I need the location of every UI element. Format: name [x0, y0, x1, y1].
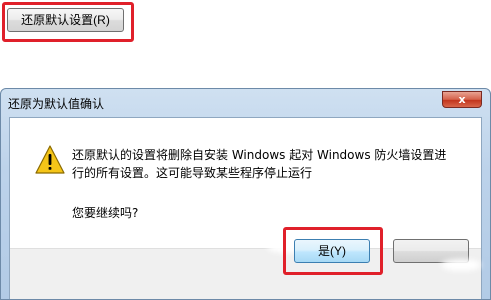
dialog-title: 还原为默认值确认 [8, 97, 105, 111]
warning-icon [35, 145, 65, 174]
yes-button[interactable]: 是(Y) [294, 239, 370, 263]
dialog-question: 您要继续吗? [72, 206, 139, 220]
dialog-titlebar: 还原为默认值确认 x [1, 89, 490, 117]
close-button[interactable]: x [442, 91, 482, 108]
close-icon: x [458, 93, 466, 106]
dialog-content: 还原默认的设置将删除自安装 Windows 起对 Windows 防火墙设置进 … [9, 117, 482, 299]
dialog-message-line2: 行的所有设置。这可能导致某些程序停止运行 [72, 166, 313, 180]
dialog-message: 还原默认的设置将删除自安装 Windows 起对 Windows 防火墙设置进 … [72, 146, 452, 182]
obscured-area [441, 259, 481, 271]
dialog-message-line1: 还原默认的设置将删除自安装 Windows 起对 Windows 防火墙设置进 [72, 148, 447, 162]
restore-defaults-button[interactable]: 还原默认设置(R) [7, 8, 124, 32]
confirm-dialog: 还原为默认值确认 x 还原默认的设置将删除自安装 Windows 起对 Wind… [0, 88, 491, 300]
